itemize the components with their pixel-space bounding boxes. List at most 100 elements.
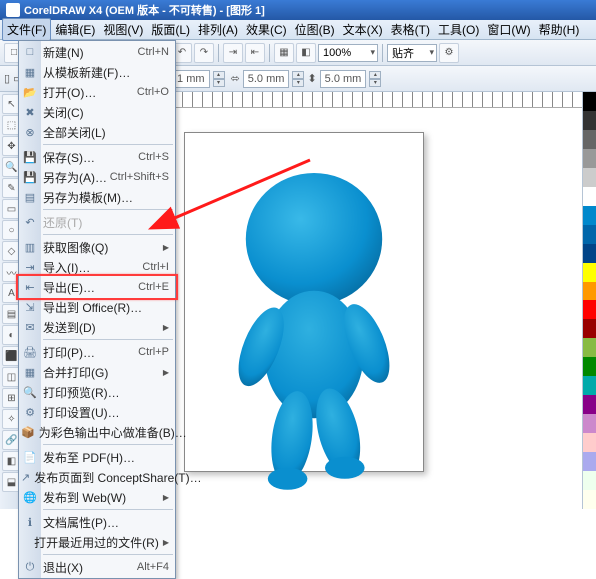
- menu-item-14[interactable]: ⇤导出(E)…Ctrl+E: [19, 277, 175, 297]
- welcome-button[interactable]: ◧: [296, 43, 316, 63]
- palette-swatch[interactable]: [583, 433, 596, 452]
- zoom-value: 100%: [323, 47, 351, 59]
- appstart-button[interactable]: ▦: [274, 43, 294, 63]
- palette-swatch[interactable]: [583, 357, 596, 376]
- options-button[interactable]: ⚙: [439, 43, 459, 63]
- palette-swatch[interactable]: [583, 92, 596, 111]
- dup-y-spinner[interactable]: ▴▾: [369, 71, 381, 87]
- menu-item-label: 还原(T): [43, 214, 169, 231]
- menu-4[interactable]: 排列(A): [194, 19, 242, 40]
- menu-item-shortcut: Ctrl+S: [138, 151, 169, 163]
- menu-item-6[interactable]: 💾保存(S)…Ctrl+S: [19, 147, 175, 167]
- palette-swatch[interactable]: [583, 338, 596, 357]
- menu-item-31[interactable]: ⏻退出(X)Alt+F4: [19, 557, 175, 577]
- redo-button[interactable]: ↷: [194, 43, 214, 63]
- menu-item-22[interactable]: 📦为彩色输出中心做准备(B)…: [19, 422, 175, 442]
- menu-item-label: 文档属性(P)…: [43, 514, 169, 531]
- menu-item-2[interactable]: 📂打开(O)…Ctrl+O: [19, 82, 175, 102]
- palette-swatch[interactable]: [583, 414, 596, 433]
- palette-swatch[interactable]: [583, 206, 596, 225]
- separator: [218, 44, 219, 62]
- menu-item-label: 为彩色输出中心做准备(B)…: [39, 424, 187, 441]
- menu-2[interactable]: 视图(V): [99, 19, 147, 40]
- menu-item-icon: 🌐: [21, 489, 39, 505]
- palette-swatch[interactable]: [583, 111, 596, 130]
- menu-item-13[interactable]: ⇥导入(I)…Ctrl+I: [19, 257, 175, 277]
- palette-swatch[interactable]: [583, 282, 596, 301]
- menu-10[interactable]: 窗口(W): [483, 19, 534, 40]
- palette-swatch[interactable]: [583, 490, 596, 509]
- palette-swatch[interactable]: [583, 300, 596, 319]
- export-button[interactable]: ⇤: [245, 43, 265, 63]
- menu-item-29[interactable]: 打开最近用过的文件(R)▶: [19, 532, 175, 552]
- dup-x-field[interactable]: 5.0 mm: [243, 70, 290, 88]
- menu-item-label: 发布页面到 ConceptShare(T)…: [34, 469, 201, 486]
- palette-swatch[interactable]: [583, 225, 596, 244]
- menu-0[interactable]: 文件(F): [2, 18, 51, 41]
- palette-swatch[interactable]: [583, 130, 596, 149]
- menu-5[interactable]: 效果(C): [242, 19, 291, 40]
- orientation-portrait-button[interactable]: ▯: [4, 72, 10, 85]
- import-button[interactable]: ⇥: [223, 43, 243, 63]
- snap-label: 贴齐: [392, 45, 414, 61]
- menu-item-15[interactable]: ⇲导出到 Office(R)…: [19, 297, 175, 317]
- menu-item-19[interactable]: ▦合并打印(G)▶: [19, 362, 175, 382]
- dup-y-icon: ⬍: [307, 72, 316, 85]
- menu-1[interactable]: 编辑(E): [51, 19, 99, 40]
- menu-item-label: 新建(N): [43, 44, 138, 61]
- palette-swatch[interactable]: [583, 376, 596, 395]
- snap-combo[interactable]: 贴齐: [387, 44, 437, 62]
- dup-x-value: 5.0 mm: [248, 73, 285, 85]
- menu-item-3[interactable]: ✖关闭(C): [19, 102, 175, 122]
- menu-item-icon: 🖨: [21, 344, 39, 360]
- menu-item-1[interactable]: ▦从模板新建(F)…: [19, 62, 175, 82]
- submenu-arrow-icon: ▶: [163, 368, 169, 377]
- canvas-object-3d-figure[interactable]: [204, 162, 424, 492]
- menu-separator: [43, 144, 173, 145]
- menu-item-icon: ✉: [21, 319, 39, 335]
- file-menu-dropdown: □新建(N)Ctrl+N▦从模板新建(F)…📂打开(O)…Ctrl+O✖关闭(C…: [18, 40, 176, 579]
- menu-7[interactable]: 文本(X): [339, 19, 387, 40]
- color-palette[interactable]: [582, 92, 596, 509]
- palette-swatch[interactable]: [583, 187, 596, 206]
- dup-y-field[interactable]: 5.0 mm: [320, 70, 367, 88]
- palette-swatch[interactable]: [583, 319, 596, 338]
- menu-item-label: 另存为(A)…: [43, 169, 110, 186]
- separator: [382, 44, 383, 62]
- menu-item-7[interactable]: 💾另存为(A)…Ctrl+Shift+S: [19, 167, 175, 187]
- menu-item-icon: ⚙: [21, 404, 39, 420]
- menu-9[interactable]: 工具(O): [434, 19, 483, 40]
- palette-swatch[interactable]: [583, 471, 596, 490]
- menu-6[interactable]: 位图(B): [291, 19, 339, 40]
- menu-item-25[interactable]: ↗发布页面到 ConceptShare(T)…: [19, 467, 175, 487]
- palette-swatch[interactable]: [583, 395, 596, 414]
- zoom-combo[interactable]: 100%: [318, 44, 378, 62]
- menu-item-0[interactable]: □新建(N)Ctrl+N: [19, 42, 175, 62]
- dup-x-icon: ⬄: [231, 72, 240, 85]
- dup-x-spinner[interactable]: ▴▾: [292, 71, 304, 87]
- palette-swatch[interactable]: [583, 244, 596, 263]
- menu-item-18[interactable]: 🖨打印(P)…Ctrl+P: [19, 342, 175, 362]
- nudge-spinner[interactable]: ▴▾: [213, 71, 225, 87]
- menu-item-24[interactable]: 📄发布至 PDF(H)…: [19, 447, 175, 467]
- menu-3[interactable]: 版面(L): [147, 19, 194, 40]
- menu-8[interactable]: 表格(T): [387, 19, 434, 40]
- menu-item-21[interactable]: ⚙打印设置(U)…: [19, 402, 175, 422]
- palette-swatch[interactable]: [583, 452, 596, 471]
- menu-separator: [43, 209, 173, 210]
- menu-11[interactable]: 帮助(H): [535, 19, 584, 40]
- palette-swatch[interactable]: [583, 263, 596, 282]
- menu-item-icon: [21, 534, 30, 550]
- palette-swatch[interactable]: [583, 149, 596, 168]
- menu-item-16[interactable]: ✉发送到(D)▶: [19, 317, 175, 337]
- menu-item-10: ↶还原(T): [19, 212, 175, 232]
- menu-item-26[interactable]: 🌐发布到 Web(W)▶: [19, 487, 175, 507]
- menu-item-shortcut: Alt+F4: [137, 561, 169, 573]
- menu-item-28[interactable]: ℹ文档属性(P)…: [19, 512, 175, 532]
- menu-item-20[interactable]: 🔍打印预览(R)…: [19, 382, 175, 402]
- palette-swatch[interactable]: [583, 168, 596, 187]
- menu-item-icon: 💾: [21, 149, 39, 165]
- menu-item-12[interactable]: ▥获取图像(Q)▶: [19, 237, 175, 257]
- menu-item-8[interactable]: ▤另存为模板(M)…: [19, 187, 175, 207]
- menu-item-4[interactable]: ⊗全部关闭(L): [19, 122, 175, 142]
